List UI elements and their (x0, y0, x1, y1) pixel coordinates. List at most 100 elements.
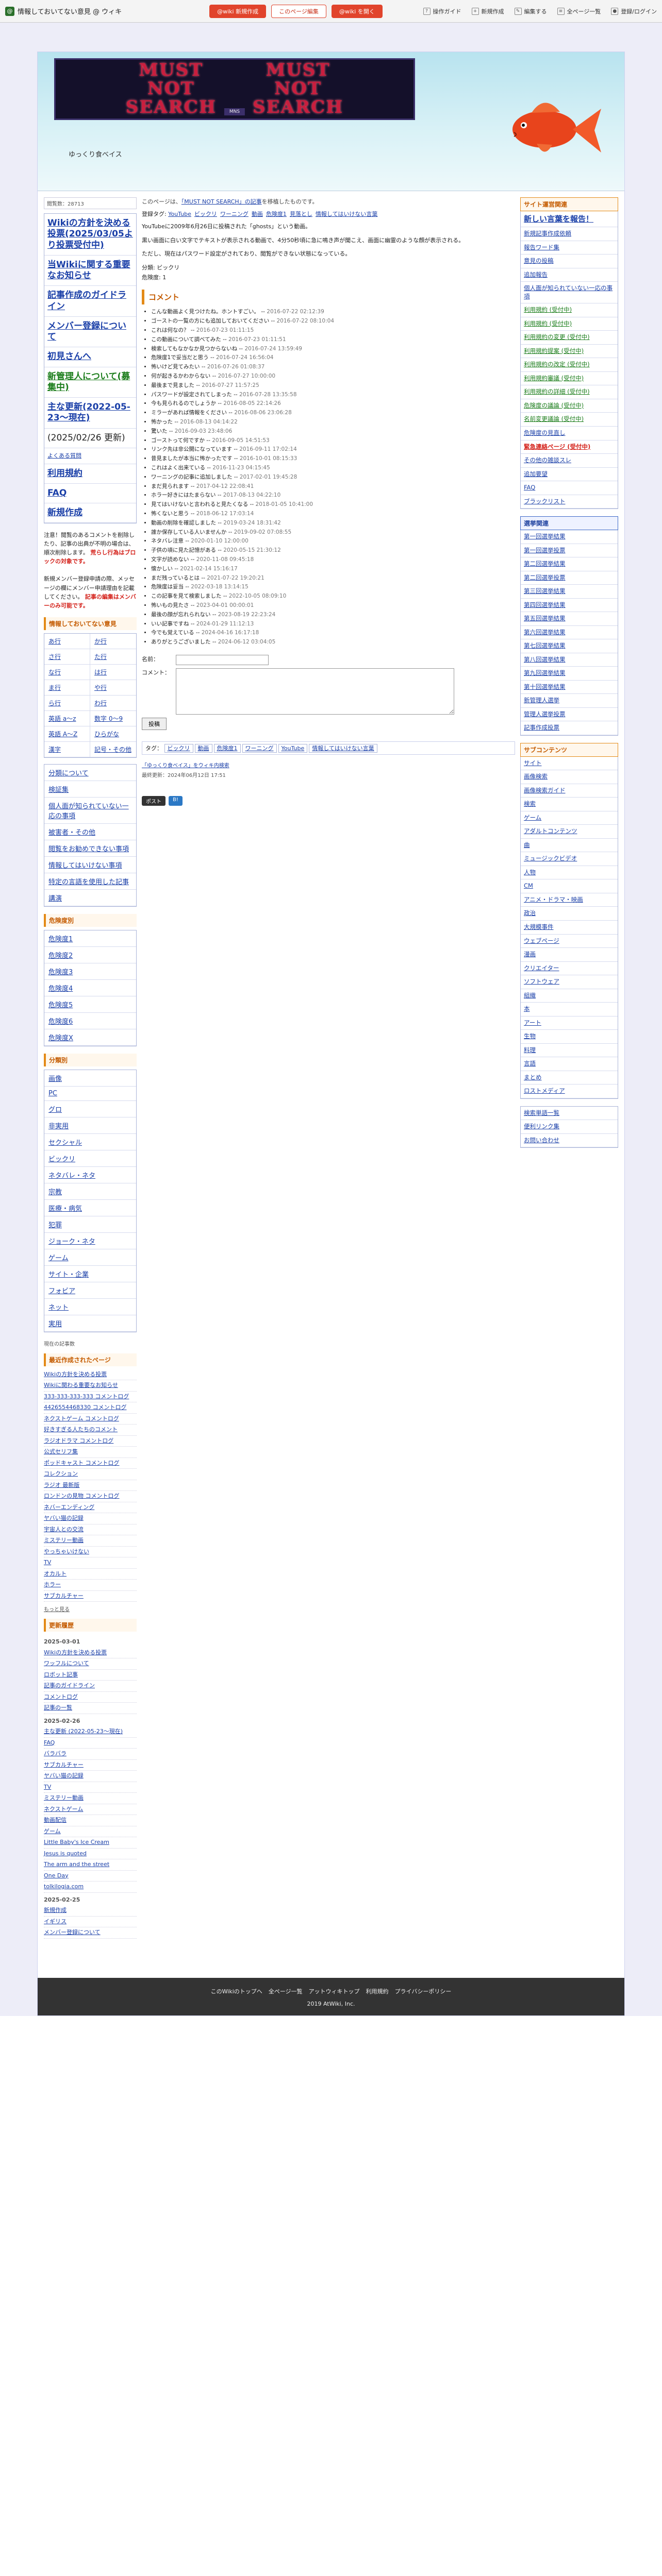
tag-link[interactable]: 情報してはいけない言葉 (316, 211, 377, 217)
footer-link[interactable]: このWikiのトップへ (211, 1988, 262, 1995)
history-link[interactable]: FAQ (44, 1739, 55, 1746)
new-page-link[interactable]: + 新規作成 (471, 7, 504, 15)
index-link[interactable]: さ行 (44, 649, 90, 665)
history-link[interactable]: ヤバい猫の記録 (44, 1772, 84, 1779)
tag-link[interactable]: YouTube (168, 211, 191, 217)
tag-link[interactable]: 危険度1 (266, 211, 287, 217)
classification-link[interactable]: 検証集 (44, 781, 136, 798)
history-link[interactable]: ワッフルについて (44, 1660, 89, 1667)
footer-link[interactable]: 全ページ一覧 (269, 1988, 303, 1995)
index-link[interactable]: わ行 (90, 696, 136, 711)
right-menu-link[interactable]: 個人面が知られていない一応の事項 (521, 282, 618, 304)
category-link[interactable]: 実用 (44, 1315, 136, 1332)
category-link[interactable]: PC (44, 1087, 136, 1101)
recent-page-link[interactable]: 宇宙人との交流 (44, 1526, 84, 1533)
index-link[interactable]: は行 (90, 665, 136, 680)
index-link[interactable]: た行 (90, 649, 136, 665)
danger-link[interactable]: 危険度2 (44, 947, 136, 963)
footer-link[interactable]: 利用規約 (366, 1988, 389, 1995)
right-menu-link[interactable]: 利用規約 (受付中) (521, 303, 618, 317)
danger-link[interactable]: 危険度1 (44, 930, 136, 947)
right-menu-link[interactable]: 第五回選挙結果 (521, 612, 618, 626)
classification-link[interactable]: 特定の言語を使用した記事 (44, 873, 136, 890)
right-menu-link[interactable]: 新規記事作成依頼 (521, 227, 618, 241)
index-link[interactable]: 数字 0〜9 (90, 711, 136, 726)
classification-link[interactable]: 閲覧をお勧めできない事項 (44, 840, 136, 857)
category-link[interactable]: セクシャル (44, 1134, 136, 1150)
right-menu-link[interactable]: 画像検索 (521, 770, 618, 784)
history-link[interactable]: サブカルチャー (44, 1761, 84, 1768)
category-link[interactable]: 非実用 (44, 1117, 136, 1134)
history-link[interactable]: The arm and the street (44, 1861, 109, 1868)
right-menu-link[interactable]: 曲 (521, 839, 618, 853)
history-link[interactable]: 記事のガイドライン (44, 1682, 95, 1689)
tag-bar-link[interactable]: YouTube (278, 743, 308, 753)
recent-page-link[interactable]: やっちゃいけない (44, 1548, 89, 1555)
recent-page-link[interactable]: ネバーエンディング (44, 1504, 94, 1511)
right-menu-link[interactable]: 名前変更議論 (受付中) (521, 413, 618, 427)
classification-link[interactable]: 個人面が知られていない一応の事項 (44, 798, 136, 824)
recent-page-link[interactable]: ホラー (44, 1581, 61, 1588)
tag-link[interactable]: 見落とし (290, 211, 312, 217)
classification-link[interactable]: 講演 (44, 890, 136, 906)
recent-page-link[interactable]: Wikiの方針を決める投票 (44, 1371, 107, 1378)
category-link[interactable]: グロ (44, 1101, 136, 1117)
right-menu-link[interactable]: ソフトウェア (521, 975, 618, 989)
right-menu-link[interactable]: お問い合わせ (521, 1134, 618, 1148)
right-menu-link[interactable]: 第十回選挙結果 (521, 681, 618, 694)
history-link[interactable]: イギリス (44, 1918, 67, 1925)
right-menu-link[interactable]: 検索 (521, 798, 618, 811)
category-link[interactable]: 宗教 (44, 1183, 136, 1200)
site-logo[interactable]: @ 情報しておいてない意見 @ ウィキ (5, 6, 122, 16)
menu-terms[interactable]: 利用規約 (44, 464, 136, 484)
index-link[interactable]: あ行 (44, 633, 90, 649)
classification-link[interactable]: 情報してはいけない事項 (44, 857, 136, 873)
menu-notice[interactable]: 当Wikiに関する重要なお知らせ (44, 256, 136, 286)
right-menu-link[interactable]: 記事作成投票 (521, 721, 618, 735)
all-pages-link[interactable]: ≡ 全ページ一覧 (557, 7, 601, 15)
right-menu-link[interactable]: 利用規約の改定 (受付中) (521, 358, 618, 372)
right-menu-link[interactable]: 利用規約審議 (受付中) (521, 372, 618, 386)
danger-link[interactable]: 危険度4 (44, 980, 136, 996)
right-menu-link[interactable]: その他の雑談スレ (521, 454, 618, 468)
recent-page-link[interactable]: ヤバい猫の記録 (44, 1515, 84, 1521)
right-menu-link[interactable]: 利用規約の詳細 (受付中) (521, 385, 618, 399)
tag-bar-link[interactable]: 情報してはいけない言葉 (309, 743, 377, 753)
right-menu-link[interactable]: アート (521, 1016, 618, 1030)
right-menu-link[interactable]: 新管理人選挙 (521, 694, 618, 708)
right-menu-link[interactable]: 第四回選挙結果 (521, 599, 618, 613)
history-link[interactable]: ネクストゲーム (44, 1806, 83, 1812)
right-menu-link[interactable]: ミュージックビデオ (521, 852, 618, 866)
right-menu-link[interactable]: 報告ワード集 (521, 241, 618, 255)
right-menu-link[interactable]: 生物 (521, 1030, 618, 1044)
category-link[interactable]: ネット (44, 1299, 136, 1315)
history-link[interactable]: TV (44, 1784, 51, 1790)
tag-bar-link[interactable]: ワーニング (242, 743, 277, 753)
history-link[interactable]: 動画配信 (44, 1817, 67, 1823)
tag-link[interactable]: ワーニング (220, 211, 249, 217)
history-link[interactable]: 新規作成 (44, 1907, 67, 1913)
category-link[interactable]: ビックリ (44, 1150, 136, 1167)
category-link[interactable]: 画像 (44, 1070, 136, 1087)
classification-link[interactable]: 被害者・その他 (44, 824, 136, 840)
classification-link[interactable]: 分類について (44, 765, 136, 781)
menu-new-admin[interactable]: 新管理人について(募集中) (44, 367, 136, 398)
right-menu-link[interactable]: 管理人選挙投票 (521, 708, 618, 722)
right-menu-link[interactable]: 第二回選挙結果 (521, 557, 618, 571)
menu-faq[interactable]: FAQ (44, 484, 136, 503)
menu-faq-link[interactable]: よくある質問 (44, 448, 136, 464)
right-menu-link[interactable]: FAQ (521, 481, 618, 495)
recent-page-link[interactable]: 4426554468330 コメントログ (44, 1404, 126, 1411)
right-menu-link[interactable]: 利用規約提案 (受付中) (521, 345, 618, 359)
right-menu-link[interactable]: 新しい言葉を報告！ (521, 211, 618, 228)
right-menu-link[interactable]: 検索単語一覧 (521, 1107, 618, 1121)
history-link[interactable]: 記事の一覧 (44, 1704, 72, 1711)
recent-page-link[interactable]: ラジオドラマ コメントログ (44, 1437, 113, 1444)
right-menu-link[interactable]: ブラックリスト (521, 495, 618, 509)
right-menu-link[interactable]: 大規模事件 (521, 921, 618, 935)
index-link[interactable]: 英語 a〜z (44, 710, 90, 726)
index-link[interactable]: ま行 (44, 680, 90, 696)
menu-member[interactable]: メンバー登録について (44, 317, 136, 348)
footer-link[interactable]: アットウィキトップ (309, 1988, 360, 1995)
right-menu-link[interactable]: 第八回選挙結果 (521, 653, 618, 667)
